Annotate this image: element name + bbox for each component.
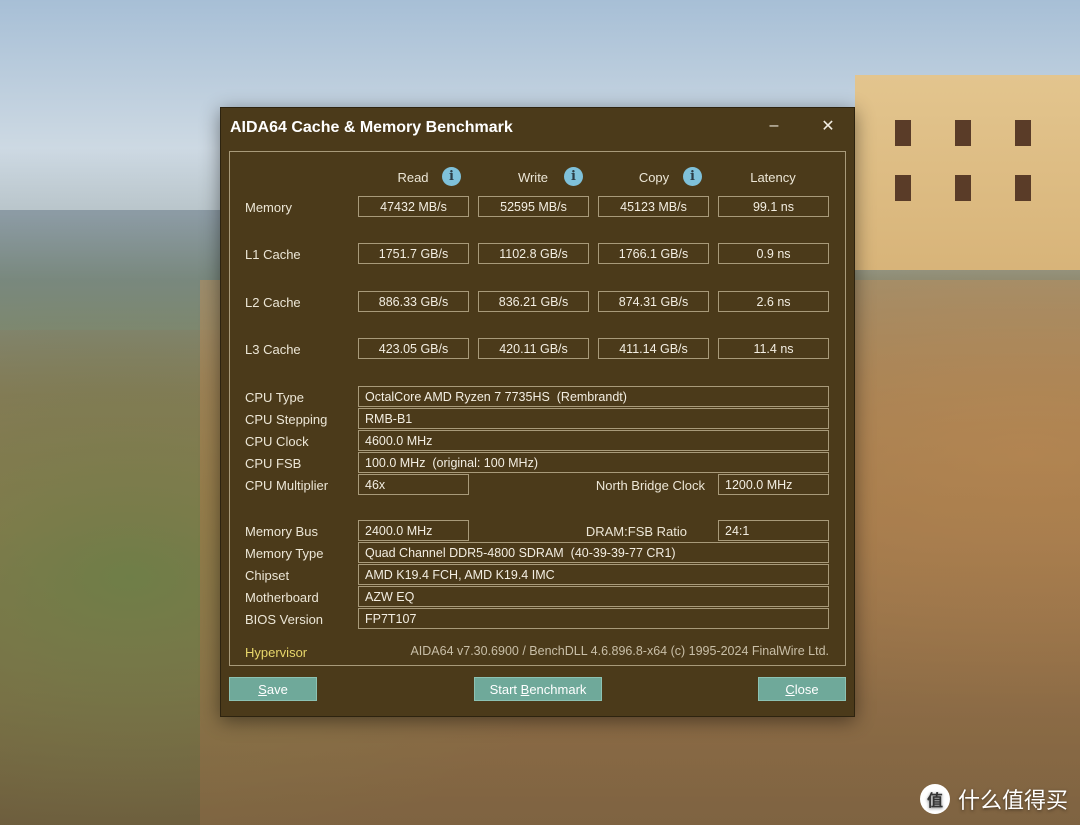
- l1-read-value: 1751.7 GB/s: [358, 243, 469, 264]
- memory-latency-value: 99.1 ns: [718, 196, 829, 217]
- column-header-write: Write: [517, 170, 549, 185]
- l3-copy-value: 411.14 GB/s: [598, 338, 709, 359]
- start-label-pre: Start: [489, 682, 521, 697]
- chipset-value: AMD K19.4 FCH, AMD K19.4 IMC: [358, 564, 829, 585]
- save-label: ave: [266, 682, 288, 697]
- l3-latency-value: 11.4 ns: [718, 338, 829, 359]
- row-label-l2-cache: L2 Cache: [245, 295, 301, 310]
- motherboard-value: AZW EQ: [358, 586, 829, 607]
- l1-latency-value: 0.9 ns: [718, 243, 829, 264]
- bios-version-label: BIOS Version: [245, 612, 324, 627]
- l3-write-value: 420.11 GB/s: [478, 338, 589, 359]
- memory-type-value: Quad Channel DDR5-4800 SDRAM (40-39-39-7…: [358, 542, 829, 563]
- hypervisor-link[interactable]: Hypervisor: [245, 645, 307, 660]
- cpu-fsb-value: 100.0 MHz (original: 100 MHz): [358, 452, 829, 473]
- column-header-copy: Copy: [638, 170, 670, 185]
- close-label: lose: [794, 682, 819, 697]
- window-title: AIDA64 Cache & Memory Benchmark: [230, 119, 513, 136]
- memory-type-label: Memory Type: [245, 546, 324, 561]
- cpu-type-label: CPU Type: [245, 390, 305, 405]
- l2-read-value: 886.33 GB/s: [358, 291, 469, 312]
- dram-fsb-ratio-value: 24:1: [718, 520, 829, 541]
- memory-write-value: 52595 MB/s: [478, 196, 589, 217]
- close-window-button[interactable]: ✕: [812, 114, 844, 138]
- l2-write-value: 836.21 GB/s: [478, 291, 589, 312]
- cpu-stepping-value: RMB-B1: [358, 408, 829, 429]
- watermark-logo-icon: 值: [919, 784, 950, 814]
- cpu-fsb-label: CPU FSB: [245, 456, 302, 471]
- minimize-button[interactable]: –: [758, 114, 790, 138]
- close-accel: C: [785, 682, 795, 697]
- memory-copy-value: 45123 MB/s: [598, 196, 709, 217]
- save-button[interactable]: Save: [229, 677, 317, 701]
- l3-read-value: 423.05 GB/s: [358, 338, 469, 359]
- close-button[interactable]: Close: [758, 677, 846, 701]
- column-header-read: Read: [397, 170, 429, 185]
- cpu-multiplier-value: 46x: [358, 474, 469, 495]
- row-label-l3-cache: L3 Cache: [245, 342, 301, 357]
- save-accel: S: [258, 682, 267, 697]
- row-label-l1-cache: L1 Cache: [245, 247, 301, 262]
- chipset-label: Chipset: [245, 568, 290, 583]
- cpu-stepping-label: CPU Stepping: [245, 412, 328, 427]
- memory-bus-label: Memory Bus: [245, 524, 318, 539]
- cpu-multiplier-label: CPU Multiplier: [245, 478, 329, 493]
- bios-version-value: FP7T107: [358, 608, 829, 629]
- l1-copy-value: 1766.1 GB/s: [598, 243, 709, 264]
- l2-copy-value: 874.31 GB/s: [598, 291, 709, 312]
- version-info: AIDA64 v7.30.6900 / BenchDLL 4.6.896.8-x…: [410, 644, 829, 658]
- start-label-rest: enchmark: [529, 682, 587, 697]
- cpu-clock-label: CPU Clock: [245, 434, 309, 449]
- dram-fsb-ratio-label: DRAM:FSB Ratio: [585, 524, 687, 539]
- column-header-latency: Latency: [750, 170, 796, 185]
- write-info-icon[interactable]: i: [564, 167, 583, 186]
- watermark-text: 什么值得买: [957, 788, 1068, 813]
- benchmark-window: AIDA64 Cache & Memory Benchmark – ✕ Read…: [220, 107, 855, 717]
- watermark: 值 什么值得买: [919, 783, 1068, 815]
- memory-bus-value: 2400.0 MHz: [358, 520, 469, 541]
- wallpaper-building: [855, 75, 1080, 270]
- copy-info-icon[interactable]: i: [683, 167, 702, 186]
- cpu-type-value: OctalCore AMD Ryzen 7 7735HS (Rembrandt): [358, 386, 829, 407]
- title-bar[interactable]: AIDA64 Cache & Memory Benchmark – ✕: [221, 108, 854, 146]
- l1-write-value: 1102.8 GB/s: [478, 243, 589, 264]
- north-bridge-clock-value: 1200.0 MHz: [718, 474, 829, 495]
- north-bridge-clock-label: North Bridge Clock: [595, 478, 705, 493]
- row-label-memory: Memory: [245, 200, 292, 215]
- memory-read-value: 47432 MB/s: [358, 196, 469, 217]
- motherboard-label: Motherboard: [245, 590, 319, 605]
- cpu-clock-value: 4600.0 MHz: [358, 430, 829, 451]
- read-info-icon[interactable]: i: [442, 167, 461, 186]
- wallpaper-hills: [0, 210, 220, 330]
- l2-latency-value: 2.6 ns: [718, 291, 829, 312]
- start-benchmark-button[interactable]: Start Benchmark: [474, 677, 602, 701]
